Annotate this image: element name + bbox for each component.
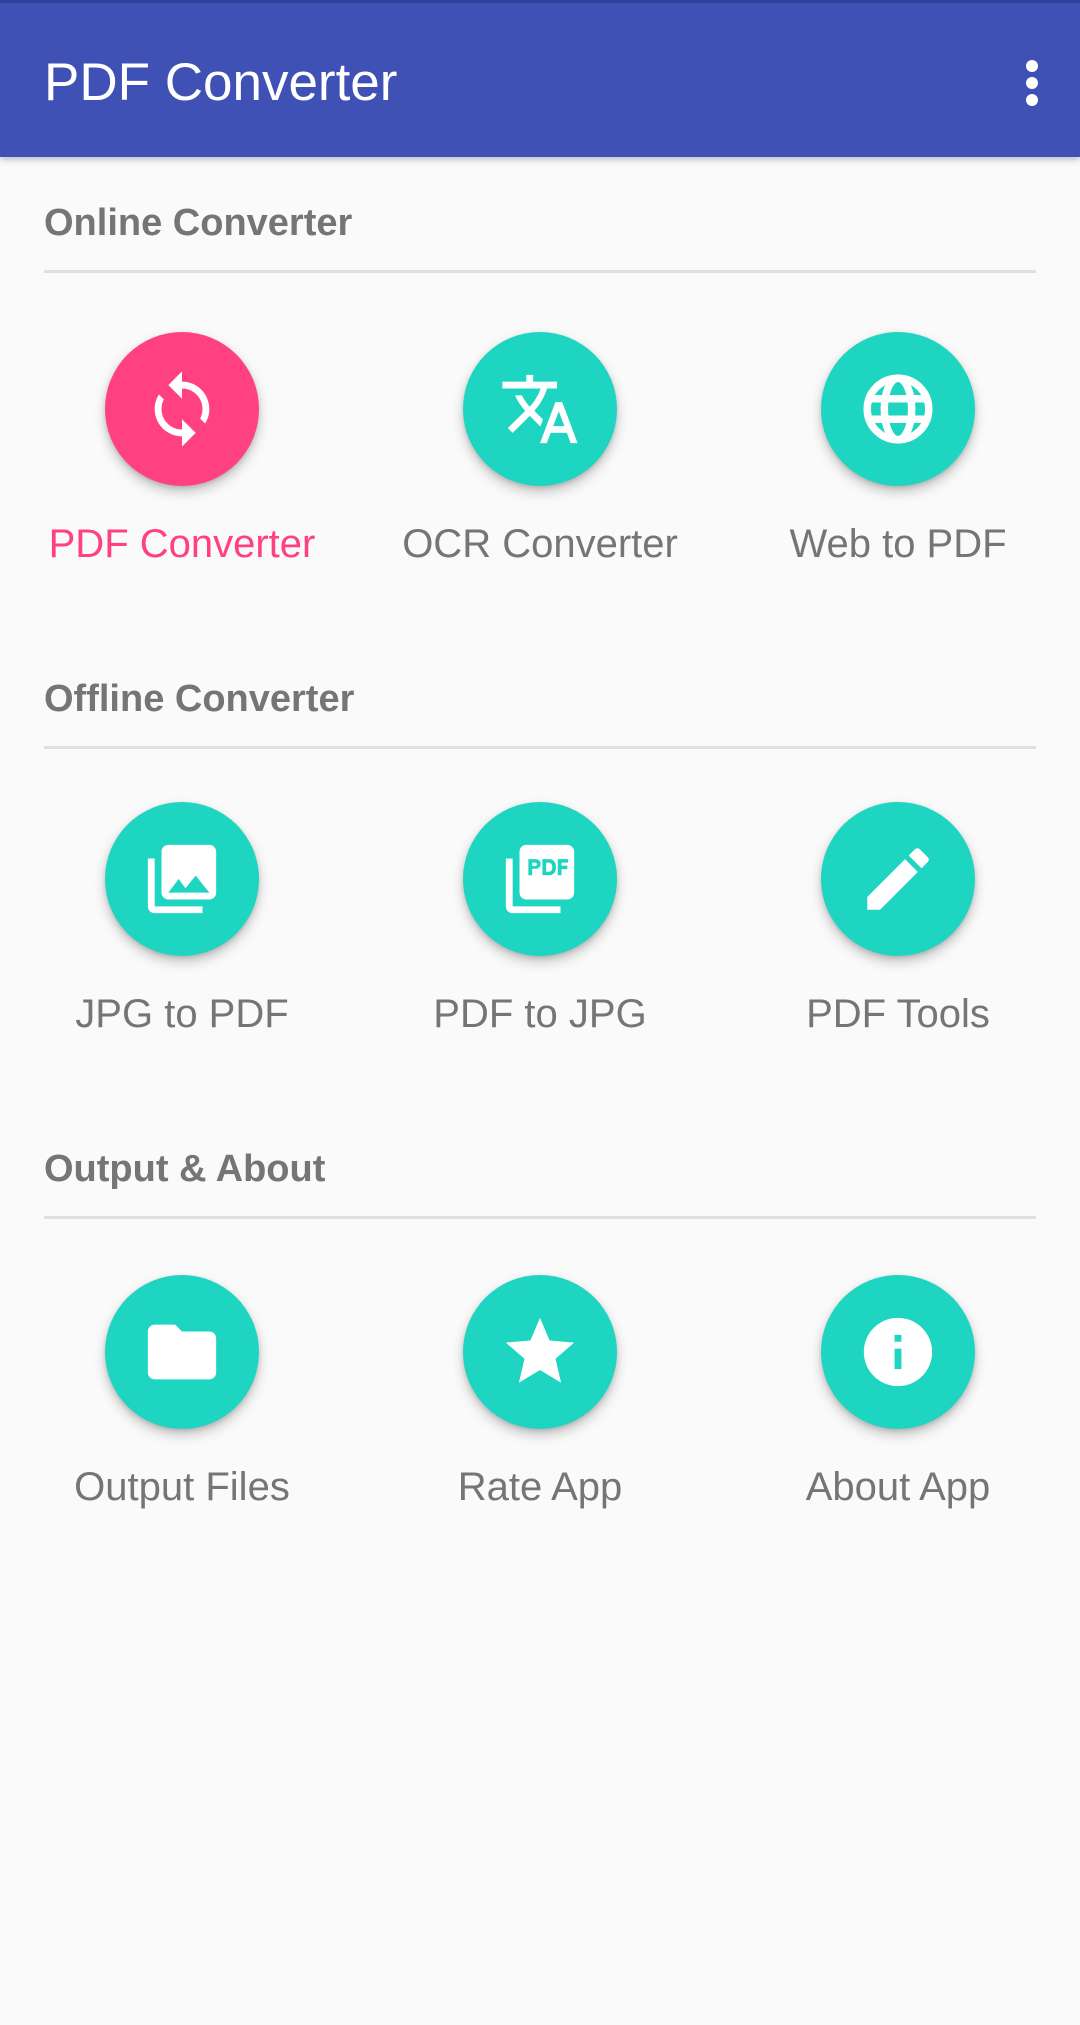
star-icon [505, 1317, 575, 1383]
about-app-button[interactable] [821, 1275, 975, 1429]
tile-pdf-to-jpg[interactable]: PDF to JPG [390, 802, 690, 1052]
tile-ocr-converter[interactable]: OCR Converter [390, 332, 690, 582]
web-to-pdf-button[interactable] [821, 332, 975, 486]
tile-pdf-tools[interactable]: PDF Tools [748, 802, 1048, 1052]
section-divider [44, 746, 1036, 749]
pdf-to-jpg-button[interactable] [463, 802, 617, 956]
tile-label-jpg-to-pdf: JPG to PDF [75, 992, 289, 1036]
globe-icon [863, 374, 933, 444]
section-divider [44, 270, 1036, 273]
rate-app-button[interactable] [463, 1275, 617, 1429]
tile-pdf-converter[interactable]: PDF Converter [32, 332, 332, 582]
sync-icon [154, 371, 210, 447]
jpg-to-pdf-button[interactable] [105, 802, 259, 956]
pdf-icon [505, 844, 575, 914]
tile-label-output-files: Output Files [74, 1465, 290, 1509]
tile-output-files[interactable]: Output Files [32, 1275, 332, 1525]
translate-icon [502, 374, 578, 444]
output-files-button[interactable] [105, 1275, 259, 1429]
section-header-online-converter: Online Converter [44, 202, 353, 244]
photo-library-icon [147, 844, 217, 914]
ocr-converter-button[interactable] [463, 332, 617, 486]
tile-label-pdf-tools: PDF Tools [806, 992, 990, 1036]
tile-label-rate-app: Rate App [457, 1465, 623, 1509]
tile-about-app[interactable]: About App [748, 1275, 1048, 1525]
overflow-menu-button[interactable] [992, 31, 1072, 135]
tile-label-pdf-converter: PDF Converter [48, 522, 316, 566]
tile-label-pdf-to-jpg: PDF to JPG [433, 992, 647, 1036]
section-header-output-about: Output & About [44, 1148, 326, 1190]
pdf-converter-button[interactable] [105, 332, 259, 486]
tile-rate-app[interactable]: Rate App [390, 1275, 690, 1525]
tile-jpg-to-pdf[interactable]: JPG to PDF [32, 802, 332, 1052]
section-divider [44, 1216, 1036, 1219]
tile-label-ocr-converter: OCR Converter [402, 522, 678, 566]
app-title: PDF Converter [44, 53, 398, 112]
folder-icon [147, 1324, 217, 1380]
pencil-icon [867, 848, 929, 910]
info-icon [863, 1317, 933, 1387]
section-header-offline-converter: Offline Converter [44, 678, 355, 720]
pdf-tools-button[interactable] [821, 802, 975, 956]
tile-web-to-pdf[interactable]: Web to PDF [748, 332, 1048, 582]
app-bar: PDF Converter [0, 0, 1080, 157]
more-vert-icon [1026, 60, 1038, 106]
tile-label-web-to-pdf: Web to PDF [789, 522, 1007, 566]
tile-label-about-app: About App [805, 1465, 991, 1509]
